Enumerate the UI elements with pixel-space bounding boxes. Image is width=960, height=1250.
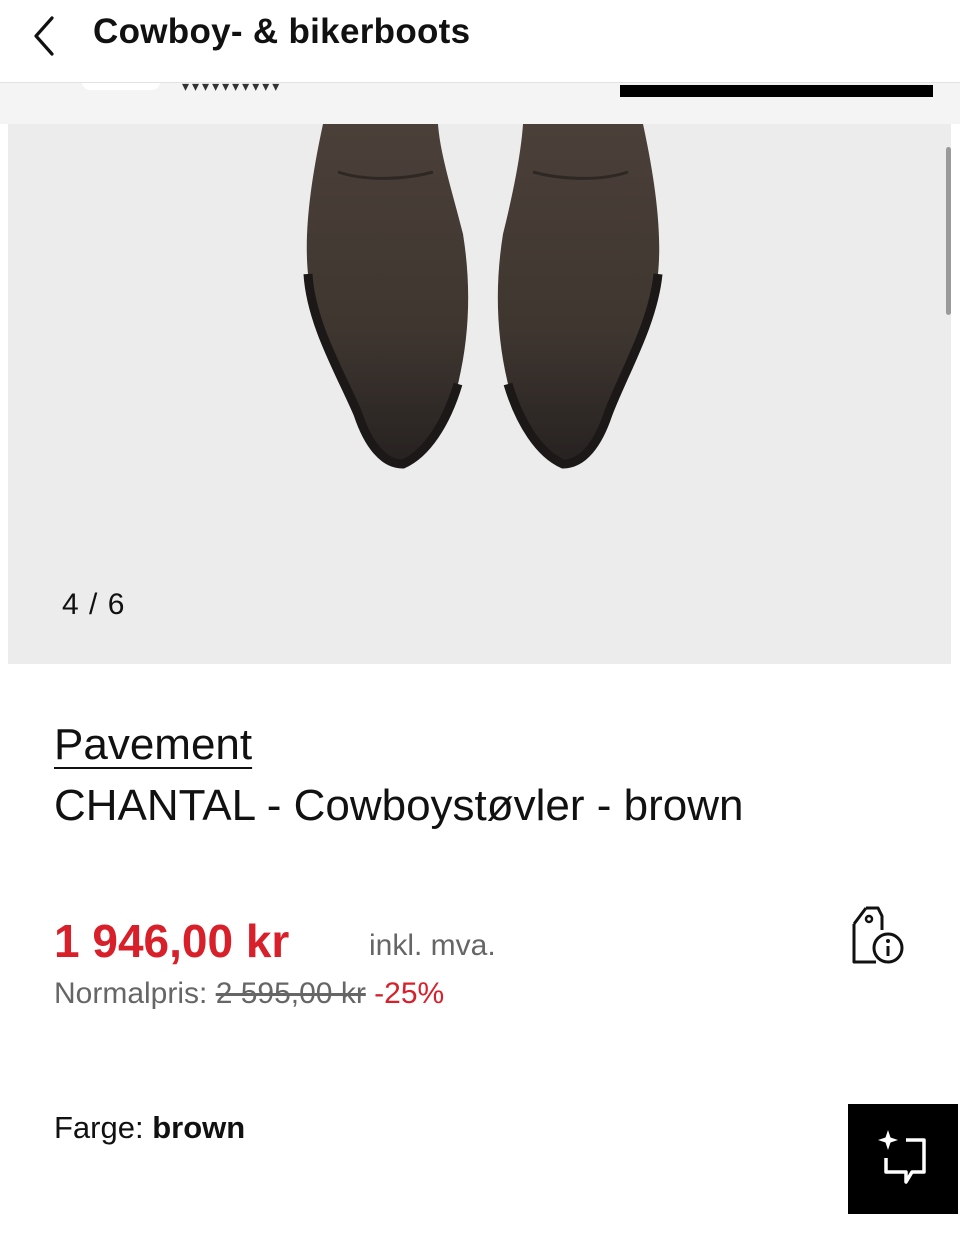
color-selection: Farge: brown	[54, 1110, 245, 1146]
top-bar: Cowboy- & bikerboots	[0, 0, 960, 83]
subbar-pill	[82, 82, 160, 90]
ai-assistant-button[interactable]	[848, 1104, 958, 1214]
product-image-gallery[interactable]: 4 / 6	[8, 124, 951, 664]
product-image	[303, 124, 663, 469]
subbar-rating-stars: ▾▾▾▾▾▾▾▾▾▾	[182, 82, 283, 94]
normal-price-row: Normalpris: 2 595,00 kr -25%	[54, 977, 444, 1011]
brand-link[interactable]: Pavement	[54, 720, 252, 770]
subbar-cta-button[interactable]	[620, 85, 933, 97]
image-counter: 4 / 6	[62, 588, 126, 621]
current-price: 1 946,00 kr	[54, 915, 290, 967]
scrollbar[interactable]	[946, 147, 951, 315]
chevron-left-icon	[34, 16, 54, 56]
price-tag-info-icon	[852, 906, 904, 964]
vat-note: inkl. mva.	[369, 929, 496, 962]
discount-badge: -25%	[374, 977, 445, 1010]
page-title: Cowboy- & bikerboots	[93, 12, 471, 51]
product-name: CHANTAL - Cowboystøvler - brown	[54, 781, 744, 830]
price-info-button[interactable]	[848, 904, 908, 968]
color-value: brown	[152, 1110, 246, 1145]
sticky-subbar: ▾▾▾▾▾▾▾▾▾▾	[0, 82, 960, 124]
color-label: Farge:	[54, 1110, 144, 1145]
back-button[interactable]	[28, 14, 64, 58]
normal-price-value: 2 595,00 kr	[215, 977, 366, 1010]
sparkle-chat-icon	[878, 1130, 926, 1184]
normal-price-label: Normalpris:	[54, 977, 208, 1010]
